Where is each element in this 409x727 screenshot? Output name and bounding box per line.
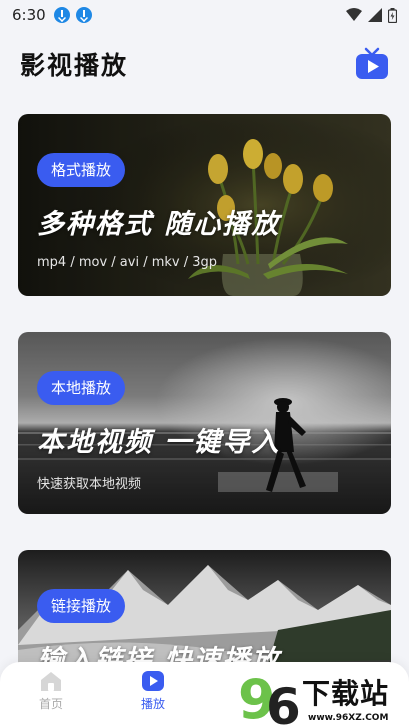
download-notification-icon: [53, 7, 70, 23]
status-time: 6:30: [12, 6, 46, 24]
watermark-url: www.96XZ.COM: [308, 713, 389, 723]
card-tag: 链接播放: [37, 589, 126, 623]
card-tag: 格式播放: [37, 153, 126, 187]
page-title: 影视播放: [20, 51, 129, 80]
tv-play-icon: [356, 47, 388, 79]
home-icon: [41, 672, 61, 691]
card-tag: 本地播放: [37, 371, 126, 405]
nav-label: 首页: [38, 697, 63, 711]
status-icons: [346, 7, 397, 23]
card-subtitle: mp4 / mov / avi / mkv / 3gp: [37, 255, 218, 270]
card-local-play[interactable]: 本地播放 本地视频 一键导入 快速获取本地视频: [18, 332, 391, 514]
status-bar: 6:30: [0, 0, 409, 30]
watermark-text: 下载站: [302, 677, 390, 710]
header: 影视播放: [0, 38, 409, 90]
wifi-icon: [346, 8, 362, 21]
tv-play-button[interactable]: [355, 47, 389, 81]
signal-icon: [368, 8, 382, 22]
svg-text:6: 6: [266, 678, 301, 727]
nav-label: 播放: [140, 697, 165, 711]
card-format-play[interactable]: 格式播放 多种格式 随心播放 mp4 / mov / avi / mkv / 3…: [18, 114, 391, 296]
card-headline: 多种格式 随心播放: [37, 209, 281, 240]
play-icon: [142, 671, 164, 691]
site-watermark: 9 6 下载站 www.96XZ.COM: [238, 666, 409, 727]
card-subtitle: 快速获取本地视频: [37, 477, 142, 492]
nav-item-home[interactable]: 首页: [21, 670, 81, 712]
nav-item-play[interactable]: 播放: [123, 670, 183, 712]
watermark-logo: 9 6: [238, 668, 301, 727]
download-notification-icon: [75, 7, 92, 23]
card-headline: 本地视频 一键导入: [37, 427, 281, 458]
battery-icon: [388, 7, 397, 23]
